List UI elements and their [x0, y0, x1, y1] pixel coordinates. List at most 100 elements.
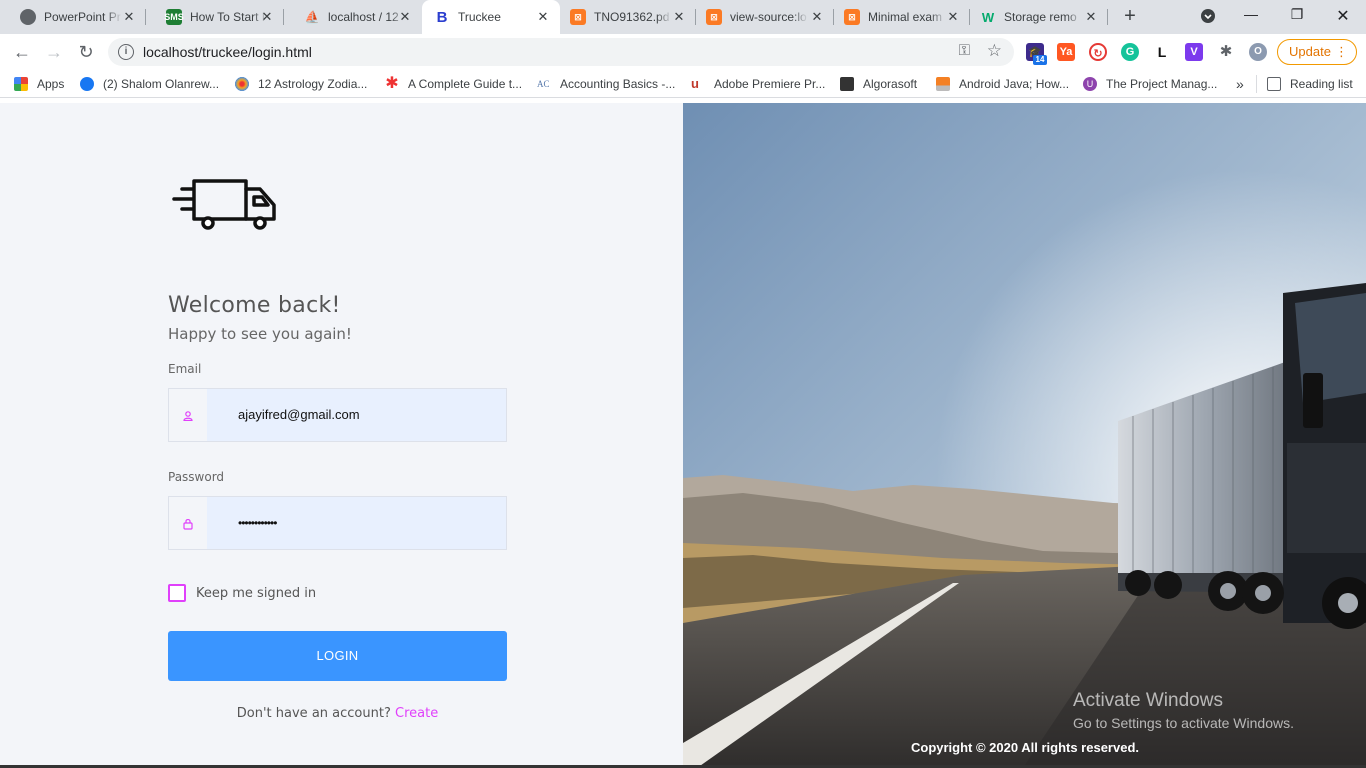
password-field[interactable]: •••••••••••• — [168, 496, 507, 550]
bookmark-divider — [1256, 75, 1257, 93]
reload-button[interactable]: ↻ — [74, 40, 98, 64]
bookmark-project-manager[interactable]: U The Project Manag... — [1083, 76, 1217, 92]
bookmark-label: Apps — [37, 77, 65, 91]
bookmark-label: The Project Manag... — [1106, 77, 1218, 91]
address-bar[interactable]: i localhost/truckee/login.html ⚿ ☆ — [108, 38, 1014, 66]
phpmyadmin-icon: ⛵ — [304, 10, 320, 24]
close-icon[interactable]: ✕ — [398, 10, 412, 24]
ext-l-icon[interactable]: L — [1153, 43, 1171, 61]
tab-strip: PowerPoint Pr ✕ SMS How To Start I ✕ ⛵ l… — [0, 0, 1366, 34]
stackoverflow-icon — [936, 77, 950, 91]
tab-title: Minimal exam — [868, 10, 943, 24]
github-icon — [20, 9, 36, 25]
grammarly-icon[interactable]: G — [1121, 43, 1139, 61]
update-label: Update — [1289, 44, 1331, 59]
close-icon[interactable]: ✕ — [946, 10, 960, 24]
w3schools-icon: W — [981, 9, 995, 25]
back-button[interactable]: ← — [10, 40, 34, 64]
tab-tno-pdf[interactable]: ⊠ TNO91362.pd ✕ — [560, 0, 696, 34]
bootstrap-icon: B — [436, 8, 448, 26]
ext-ya-icon[interactable]: Ya — [1057, 43, 1075, 61]
keep-signed-in-label[interactable]: Keep me signed in — [196, 586, 316, 601]
bookmark-label: (2) Shalom Olanrew... — [103, 77, 220, 91]
lock-icon — [169, 497, 207, 549]
astrology-icon — [235, 77, 249, 91]
more-bookmarks-button[interactable]: » — [1236, 76, 1244, 92]
ac-icon: AC — [537, 79, 550, 89]
create-account-link[interactable]: Create — [395, 706, 438, 721]
bookmark-astrology[interactable]: 12 Astrology Zodia... — [235, 76, 367, 92]
star-icon[interactable]: ☆ — [987, 41, 1002, 61]
close-icon[interactable]: ✕ — [1084, 10, 1098, 24]
profile-avatar[interactable]: O — [1249, 43, 1267, 61]
tab-title: Storage remo — [1004, 10, 1077, 24]
welcome-heading: Welcome back! — [168, 293, 341, 318]
bookmark-label: Adobe Premiere Pr... — [714, 77, 826, 91]
u-icon: U — [1083, 77, 1097, 91]
tab-truckee[interactable]: B Truckee ✕ — [422, 0, 560, 34]
xampp-icon: ⊠ — [844, 9, 860, 25]
bookmark-facebook[interactable]: (2) Shalom Olanrew... — [80, 76, 219, 92]
info-icon[interactable]: i — [118, 44, 134, 60]
bookmark-label: Algorasoft — [863, 77, 918, 91]
apps-grid-icon — [14, 77, 28, 91]
bookmark-adobe-premiere[interactable]: u Adobe Premiere Pr... — [691, 76, 825, 92]
extensions-puzzle-icon[interactable]: ✱ — [1217, 43, 1235, 61]
login-button[interactable]: LOGIN — [168, 631, 507, 681]
email-label: Email — [168, 362, 202, 376]
minimize-button[interactable]: — — [1239, 6, 1263, 28]
xampp-icon: ⊠ — [570, 9, 586, 25]
tab-title: Truckee — [458, 10, 501, 24]
tab-title: How To Start I — [190, 10, 266, 24]
close-icon[interactable]: ✕ — [536, 10, 550, 24]
signup-prompt: Don't have an account? Create — [0, 706, 675, 721]
key-icon[interactable]: ⚿ — [959, 42, 970, 59]
close-icon[interactable]: ✕ — [810, 10, 824, 24]
udemy-icon: u — [691, 76, 699, 91]
close-window-button[interactable]: ✕ — [1331, 6, 1355, 28]
url-text[interactable]: localhost/truckee/login.html — [143, 44, 312, 60]
highway-truck-photo — [683, 103, 1366, 768]
tab-title: view-source:lo — [730, 10, 807, 24]
tab-title: PowerPoint Pr — [44, 10, 121, 24]
asterisk-icon: ✱ — [385, 75, 399, 92]
maximize-button[interactable]: ❐ — [1285, 6, 1309, 28]
forward-button[interactable]: → — [42, 40, 66, 64]
email-value[interactable]: ajayifred@gmail.com — [238, 389, 360, 441]
bookmark-algorasoft[interactable]: Algorasoft — [840, 76, 917, 92]
password-label: Password — [168, 470, 225, 484]
bookmark-label: Android Java; How... — [959, 77, 1070, 91]
hero-image: Activate Windows Go to Settings to activ… — [683, 103, 1366, 768]
new-tab-button[interactable]: + — [1119, 6, 1141, 28]
keep-signed-in-checkbox[interactable] — [168, 584, 186, 602]
ext-badge: 14 — [1033, 55, 1047, 65]
bookmark-apps[interactable]: Apps — [14, 76, 64, 92]
email-field[interactable]: ajayifred@gmail.com — [168, 388, 507, 442]
tab-how-to-start[interactable]: SMS How To Start I ✕ — [146, 0, 284, 34]
update-button[interactable]: Update ⋮ — [1277, 39, 1357, 65]
ext-red-circle-icon[interactable]: ↻ — [1089, 43, 1107, 61]
bookmark-accounting[interactable]: AC Accounting Basics -... — [537, 76, 675, 92]
activate-windows-title: Activate Windows — [1073, 690, 1223, 711]
ext-v-icon[interactable]: V — [1185, 43, 1203, 61]
welcome-subtitle: Happy to see you again! — [168, 325, 352, 343]
tab-localhost[interactable]: ⛵ localhost / 12 ✕ — [284, 0, 422, 34]
bookmark-label: Accounting Basics -... — [560, 77, 676, 91]
password-value[interactable]: •••••••••••• — [238, 497, 277, 549]
close-icon[interactable]: ✕ — [260, 10, 274, 24]
tab-view-source[interactable]: ⊠ view-source:lo ✕ — [696, 0, 834, 34]
activate-windows-subtitle: Go to Settings to activate Windows. — [1073, 715, 1294, 731]
close-icon[interactable]: ✕ — [672, 10, 686, 24]
tab-search-icon[interactable] — [1196, 8, 1220, 30]
tab-powerpoint[interactable]: PowerPoint Pr ✕ — [0, 0, 146, 34]
bookmarks-bar: Apps (2) Shalom Olanrew... 12 Astrology … — [0, 70, 1366, 98]
tab-minimal-example[interactable]: ⊠ Minimal exam ✕ — [834, 0, 970, 34]
algorasoft-icon — [840, 77, 854, 91]
bookmark-complete-guide[interactable]: ✱ A Complete Guide t... — [385, 76, 522, 92]
reading-list-label: Reading list — [1290, 77, 1353, 91]
login-panel: Welcome back! Happy to see you again! Em… — [0, 103, 683, 768]
reading-list-button[interactable]: Reading list — [1267, 76, 1353, 92]
close-icon[interactable]: ✕ — [122, 10, 136, 24]
tab-storage[interactable]: W Storage remo ✕ — [970, 0, 1108, 34]
bookmark-android-java[interactable]: Android Java; How... — [936, 76, 1069, 92]
